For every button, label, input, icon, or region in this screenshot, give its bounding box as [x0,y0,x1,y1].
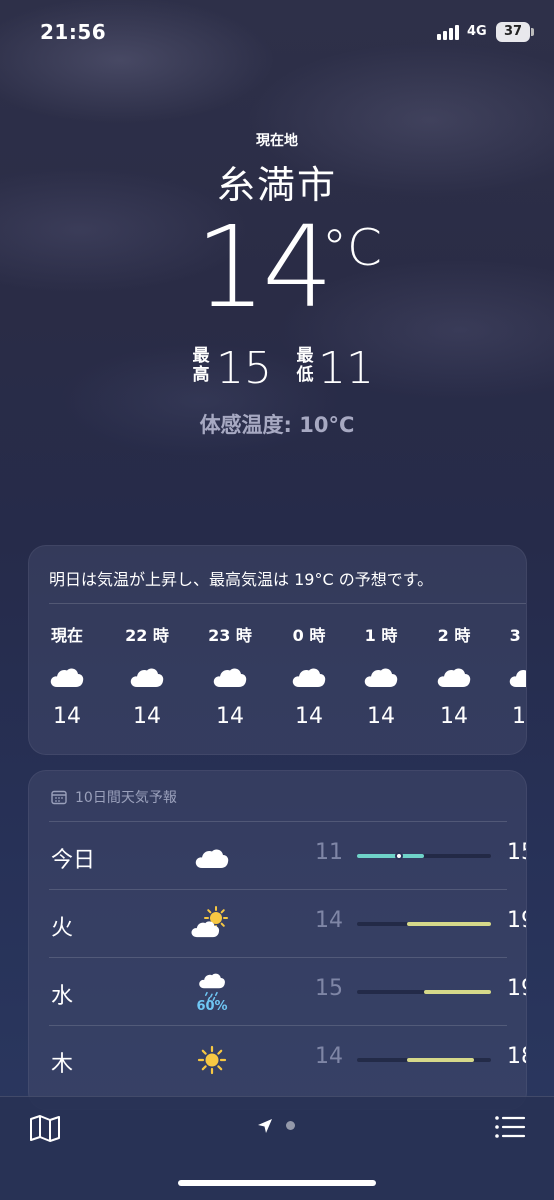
temp-range-fill [407,1058,475,1062]
cloud-icon [414,656,494,694]
current-weather: 現在地 糸満市 14 °C 最高 15 最低 11 体感温度: 10°C [0,130,554,439]
daily-row[interactable]: 火 14 19 [49,889,526,957]
hour-temp: 14 [295,704,323,729]
low-temp: 15 [315,976,343,1001]
cellular-signal-icon [437,24,463,40]
daily-row[interactable]: 木 14 18 [49,1025,526,1093]
hourly-item: 現在 14 [29,622,107,729]
hour-temp: 14 [216,704,244,729]
divider [49,603,526,604]
status-time: 21:56 [40,20,107,44]
day-label: 木 [51,1052,74,1077]
forecast-summary: 明日は気温が上昇し、最高気温は 19°C の予想です。 [49,570,434,589]
high-temp: 19 [507,908,526,933]
partly-sunny-icon [189,902,235,946]
hourly-item: 23 時 14 [190,622,270,729]
hour-label: 現在 [50,626,83,645]
hourly-item: 3 時 15 [486,622,526,729]
network-type: 4G [467,24,487,39]
day-label: 水 [51,984,74,1009]
cloud-icon [190,656,270,694]
temp-range-bar [357,852,491,860]
home-indicator[interactable] [178,1180,376,1186]
status-bar: 21:56 4G 37 [0,0,554,64]
temp-range-fill [407,922,491,926]
page-indicator-dot[interactable] [286,1121,295,1130]
hour-temp: 14 [53,704,81,729]
rain-cloud-icon: 60% [189,970,235,1014]
cloud-icon [107,656,187,694]
low-value: 11 [318,343,374,394]
cloud-icon [486,656,526,694]
hour-temp: 14 [440,704,468,729]
hour-label: 23 時 [208,626,252,645]
hourly-item: 2 時 14 [414,622,494,729]
cloud-icon [189,834,235,878]
precipitation-chance: 60% [196,998,228,1014]
high-low: 最高 15 最低 11 [0,343,554,401]
daily-forecast-card[interactable]: 10日間天気予報 今日 11 15 火 14 19 水 60% 15 19 木 14 18 [28,770,527,1110]
cloud-icon [29,656,107,694]
day-label: 今日 [51,848,96,873]
calendar-icon [51,790,67,805]
cloud-icon [269,656,349,694]
daily-forecast-header: 10日間天気予報 [51,787,177,807]
low-temp: 14 [315,1044,343,1069]
high-temp: 15 [507,840,526,865]
hourly-forecast-card[interactable]: 明日は気温が上昇し、最高気温は 19°C の予想です。 現在 14 22 時 14 23… [28,545,527,755]
hour-label: 2 時 [437,626,471,645]
hour-label: 3 時 [509,626,526,645]
hour-label: 0 時 [292,626,326,645]
low-temp: 11 [315,840,343,865]
high-temp: 18 [507,1044,526,1069]
high-label: 最高 [192,346,210,385]
cloud-icon [341,656,421,694]
day-label: 火 [51,916,74,941]
current-temp-value: 14 [195,203,334,333]
hour-temp: 14 [133,704,161,729]
high-temp: 19 [507,976,526,1001]
city-name: 糸満市 [216,163,337,207]
location-arrow-icon[interactable] [256,1117,274,1135]
low-label: 最低 [296,346,314,385]
battery-icon: 37 [496,22,534,42]
low-temp: 14 [315,908,343,933]
hour-temp: 14 [367,704,395,729]
temp-range-bar [357,1058,491,1062]
feels-like: 体感温度: 10°C [199,413,355,437]
temp-unit: °C [322,219,382,277]
hour-label: 22 時 [125,626,169,645]
list-icon[interactable] [494,1113,526,1141]
hourly-item: 0 時 14 [269,622,349,729]
daily-forecast-title: 10日間天気予報 [75,790,177,806]
temp-range-fill [357,854,424,858]
hourly-item: 1 時 14 [341,622,421,729]
temp-range-bar [357,922,491,926]
hour-temp: 15 [512,704,526,729]
map-icon[interactable] [28,1113,62,1143]
temp-range-bar [357,990,491,994]
sun-icon [189,1038,235,1082]
current-temp-dot [394,852,403,860]
hour-label: 1 時 [364,626,398,645]
daily-row[interactable]: 水 60% 15 19 [49,957,526,1025]
location-label: 現在地 [256,133,298,149]
hourly-item: 22 時 14 [107,622,187,729]
high-value: 15 [216,343,272,394]
current-temperature: 14 °C [0,203,554,333]
daily-row[interactable]: 今日 11 15 [49,821,526,889]
temp-range-fill [424,990,491,994]
